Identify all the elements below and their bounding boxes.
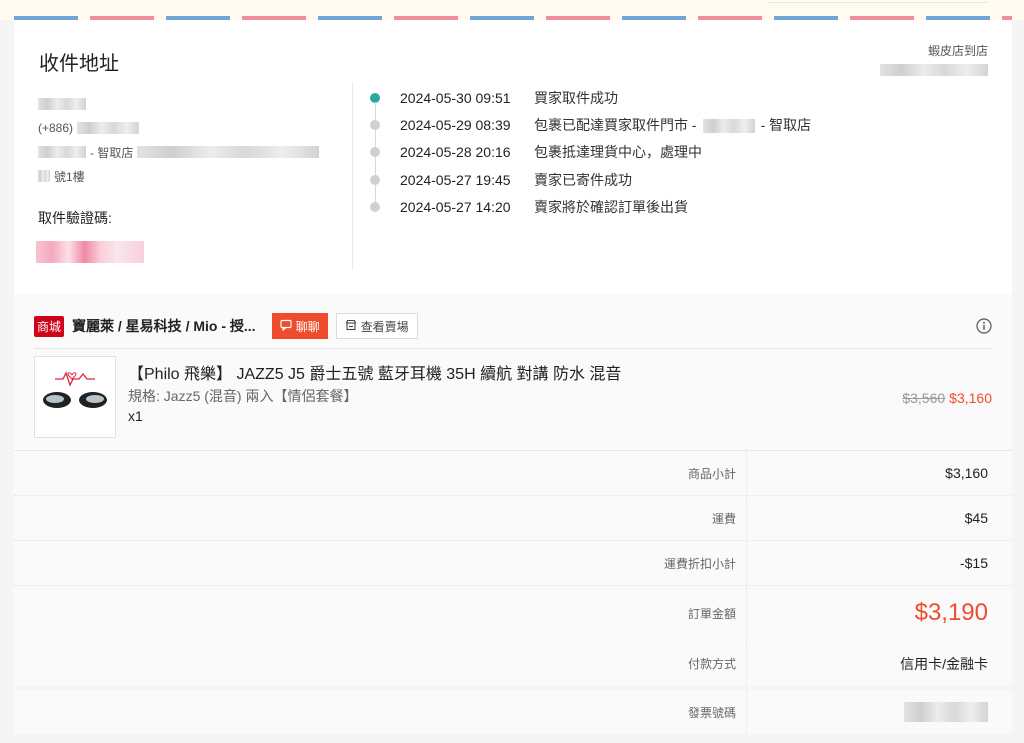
product-variant: 規格: Jazz5 (混音) 兩入【情侶套餐】 xyxy=(128,388,358,404)
address-title: 收件地址 xyxy=(39,53,119,75)
mall-badge: 商城 xyxy=(34,315,65,337)
timeline-description-text: 包裹抵達理貨中心，處理中 xyxy=(534,144,702,161)
payment-label: 付款方式 xyxy=(14,640,747,686)
timeline-item: 2024-05-28 20:16 包裹抵達理貨中心，處理中 xyxy=(370,139,811,176)
timeline-description: 賣家已寄件成功 xyxy=(534,170,632,190)
timeline-time: 2024-05-30 09:51 xyxy=(400,89,511,106)
shipping-discount-label: 運費折扣小計 xyxy=(14,541,747,585)
recipient-name-redacted xyxy=(38,98,86,110)
verify-code-label: 取件驗證碼: xyxy=(38,210,112,226)
timeline-time: 2024-05-27 19:45 xyxy=(400,171,511,188)
summary-row-shipping: 運費 $45 xyxy=(14,496,1012,541)
shop-name[interactable]: 寶麗萊 / 星易科技 / Mio - 授... xyxy=(72,316,256,336)
store-suffix: - 智取店 xyxy=(90,145,134,160)
store-name-redacted xyxy=(38,146,86,158)
logistics-info: 蝦皮店到店 xyxy=(880,42,988,76)
view-shop-label: 查看賣場 xyxy=(360,319,409,334)
product-quantity: x1 xyxy=(128,408,143,424)
timeline-time: 2024-05-29 08:39 xyxy=(400,116,511,133)
phone-number-redacted xyxy=(77,122,140,134)
timeline-item: 2024-05-27 14:20 賣家將於確認訂單後出貨 xyxy=(370,193,811,220)
timeline-item: 2024-05-29 08:39 包裹已配達買家取件門市 - - 智取店 xyxy=(370,111,811,149)
divider xyxy=(352,82,353,270)
timeline-description: 買家取件成功 xyxy=(534,88,618,108)
invoice-value xyxy=(747,690,1012,734)
product-row[interactable]: 【Philo 飛樂】 JAZZ5 J5 爵士五號 藍牙耳機 35H 續航 對講 … xyxy=(34,356,992,440)
timeline-description-text: 賣家已寄件成功 xyxy=(534,171,632,188)
info-icon[interactable] xyxy=(976,318,992,339)
sale-price: $3,160 xyxy=(949,390,992,406)
timeline-description-text: 買家取件成功 xyxy=(534,89,618,106)
address-number-redacted xyxy=(38,170,50,182)
chat-button-label: 聊聊 xyxy=(295,319,320,334)
product-thumbnail[interactable] xyxy=(34,356,116,438)
timeline-item: 2024-05-30 09:51 買家取件成功 xyxy=(370,84,811,121)
timeline-time: 2024-05-28 20:16 xyxy=(400,144,511,161)
summary-row-total: 訂單金額 $3,190 xyxy=(14,586,1012,641)
invoice-row: 發票號碼 xyxy=(14,690,1012,734)
payment-method-row: 付款方式 信用卡/金融卡 xyxy=(14,640,1012,686)
summary-row-subtotal: 商品小計 $3,160 xyxy=(14,451,1012,496)
product-name[interactable]: 【Philo 飛樂】 JAZZ5 J5 爵士五號 藍牙耳機 35H 續航 對講 … xyxy=(128,360,621,384)
shipping-value: $45 xyxy=(964,510,988,526)
total-label: 訂單金額 xyxy=(14,586,747,640)
shipping-label: 運費 xyxy=(14,496,747,540)
store-address-redacted xyxy=(137,146,320,158)
timeline-description-text: 包裹已配達買家取件門市 - xyxy=(534,116,697,133)
timeline-dot xyxy=(370,201,380,212)
timeline-description-text: 賣家將於確認訂單後出貨 xyxy=(534,198,688,215)
address-card: 收件地址 蝦皮店到店 (+886) - 智取店 號1樓 取件驗證碼: 2024-… xyxy=(14,20,1012,294)
original-price: $3,560 xyxy=(902,390,946,406)
shipping-discount-value: -$15 xyxy=(959,555,988,571)
top-bar-fragment xyxy=(768,0,988,3)
timeline-description: 賣家將於確認訂單後出貨 xyxy=(534,197,688,217)
store-name-redacted xyxy=(702,119,755,134)
view-shop-button[interactable]: 查看賣場 xyxy=(335,313,418,339)
floor-suffix: 號1樓 xyxy=(54,169,85,184)
summary-row-shipping-discount: 運費折扣小計 -$15 xyxy=(14,541,1012,586)
chat-button[interactable]: 聊聊 xyxy=(271,313,328,339)
verify-code-redacted xyxy=(36,241,144,263)
invoice-number-redacted xyxy=(904,702,988,722)
address-details: (+886) - 智取店 號1樓 xyxy=(38,92,320,188)
carrier-name: 蝦皮店到店 xyxy=(927,44,988,58)
logistics-timeline: 2024-05-30 09:51 買家取件成功 2024-05-29 08:39 包裹… xyxy=(370,84,811,220)
subtotal-label: 商品小計 xyxy=(14,451,747,495)
tracking-number-redacted xyxy=(880,63,988,76)
order-summary: 商品小計 $3,160 運費 $45 運費折扣小計 -$15 訂單金額 $3,1… xyxy=(14,450,1012,641)
timeline-item: 2024-05-27 19:45 賣家已寄件成功 xyxy=(370,166,811,203)
invoice-label: 發票號碼 xyxy=(14,690,747,734)
timeline-description: 包裹已配達買家取件門市 - - 智取店 xyxy=(534,115,811,135)
chat-icon xyxy=(279,319,292,334)
total-value: $3,190 xyxy=(914,599,988,626)
product-price: $3,560 $3,160 xyxy=(902,390,992,406)
timeline-description: 包裹抵達理貨中心，處理中 xyxy=(534,142,702,162)
subtotal-value: $3,160 xyxy=(945,465,988,481)
timeline-description-suffix: - 智取店 xyxy=(760,116,812,133)
shop-icon xyxy=(345,319,357,334)
timeline-time: 2024-05-27 14:20 xyxy=(400,198,511,215)
phone-prefix: (+886) xyxy=(38,121,74,135)
payment-value: 信用卡/金融卡 xyxy=(900,656,988,672)
earphone-image xyxy=(43,371,107,408)
shop-row: 商城 寶麗萊 / 星易科技 / Mio - 授... 聊聊 查看賣場 xyxy=(34,304,992,349)
